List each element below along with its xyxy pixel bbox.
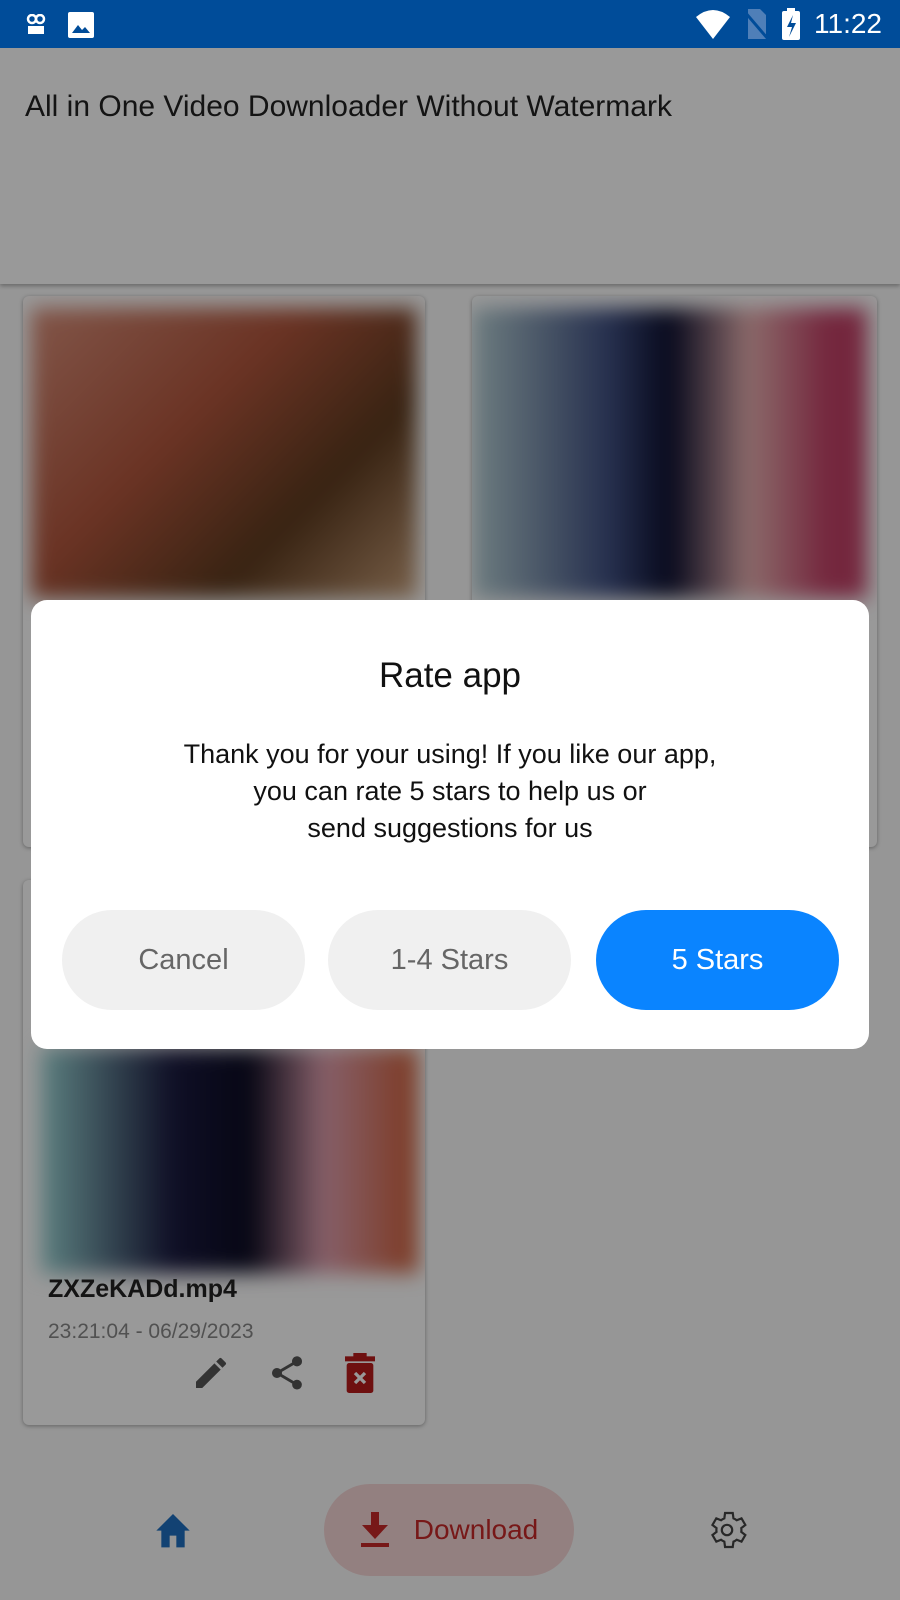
dialog-message: Thank you for your using! If you like ou… [31, 736, 869, 847]
message-line: you can rate 5 stars to help us or [253, 776, 647, 806]
clock: 11:22 [814, 8, 882, 39]
message-line: Thank you for your using! If you like ou… [183, 739, 717, 769]
image-icon [68, 12, 94, 38]
no-sim-icon [744, 9, 768, 39]
cancel-button[interactable]: Cancel [62, 910, 305, 1010]
message-line: send suggestions for us [307, 813, 593, 843]
dialog-title: Rate app [378, 656, 522, 695]
five-stars-button[interactable]: 5 Stars [596, 910, 839, 1010]
voicemail-icon [26, 14, 46, 34]
status-bar: 11:22 [0, 0, 900, 48]
rate-app-dialog: Rate app Thank you for your using! If yo… [31, 600, 869, 1049]
battery-charging-icon [782, 8, 800, 40]
one-to-four-stars-button[interactable]: 1-4 Stars [328, 910, 571, 1010]
wifi-icon [696, 10, 730, 39]
